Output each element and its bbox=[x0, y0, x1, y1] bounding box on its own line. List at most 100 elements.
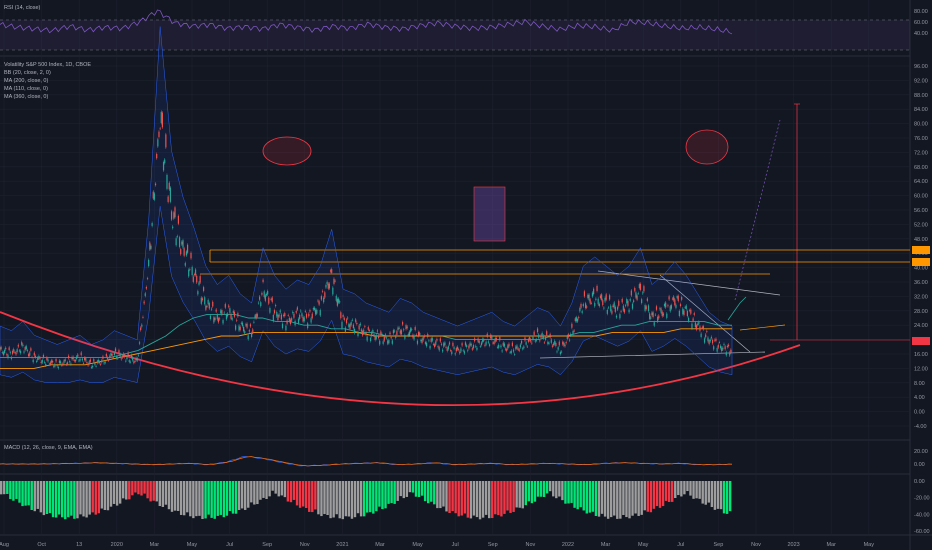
candle bbox=[5, 347, 7, 350]
candle bbox=[630, 290, 632, 296]
histogram-bar bbox=[222, 481, 226, 518]
candle bbox=[589, 299, 591, 304]
ellipse-annotation-right[interactable] bbox=[685, 129, 729, 165]
histogram-bar bbox=[247, 481, 250, 508]
candle bbox=[683, 310, 685, 316]
candle bbox=[437, 346, 439, 348]
histogram-bar bbox=[152, 481, 155, 501]
candle bbox=[445, 347, 447, 348]
candle bbox=[464, 342, 467, 346]
candle bbox=[570, 333, 572, 336]
candle bbox=[23, 351, 25, 353]
candle bbox=[435, 341, 437, 345]
histogram-bar bbox=[509, 481, 512, 513]
candle bbox=[700, 333, 702, 337]
histogram-bar bbox=[262, 481, 265, 498]
candle bbox=[114, 348, 117, 352]
candle bbox=[548, 342, 550, 344]
candle bbox=[215, 309, 217, 312]
candle bbox=[201, 298, 204, 301]
candle bbox=[49, 362, 51, 365]
candle bbox=[252, 329, 254, 333]
histogram-bar bbox=[539, 481, 543, 497]
candle bbox=[681, 297, 683, 300]
candle bbox=[391, 340, 393, 344]
ellipse-annotation-left[interactable] bbox=[262, 136, 312, 166]
candle bbox=[15, 352, 17, 355]
candle bbox=[36, 361, 38, 362]
candle bbox=[104, 361, 106, 363]
candle bbox=[168, 182, 170, 190]
candle bbox=[175, 238, 177, 246]
candle bbox=[113, 352, 115, 356]
candle bbox=[535, 339, 538, 341]
histogram-bar bbox=[338, 481, 341, 519]
candle bbox=[1, 352, 3, 353]
candle bbox=[77, 354, 79, 357]
histogram-bar bbox=[619, 481, 622, 519]
candle bbox=[22, 344, 24, 347]
histogram-bar bbox=[42, 481, 46, 516]
candle bbox=[544, 336, 547, 340]
rectangle-annotation[interactable] bbox=[473, 186, 506, 242]
histogram-bar bbox=[427, 481, 430, 504]
candle bbox=[475, 345, 477, 347]
candle bbox=[271, 297, 273, 302]
candle bbox=[659, 308, 661, 310]
candle bbox=[628, 309, 630, 313]
chart-canvas[interactable]: RSI (14, close) 80.0060.0040.00 Volatili… bbox=[0, 0, 932, 550]
histogram-bar bbox=[451, 481, 454, 512]
histogram-bar bbox=[234, 481, 238, 514]
candle bbox=[666, 313, 668, 318]
histogram-bar bbox=[384, 481, 387, 509]
histogram-bar bbox=[497, 481, 500, 516]
candle bbox=[657, 316, 659, 322]
macd-tick: 0.00 bbox=[914, 462, 925, 468]
price-tick: 16.00 bbox=[914, 352, 928, 358]
candle bbox=[79, 358, 81, 361]
histogram-bar bbox=[616, 481, 619, 519]
candle bbox=[571, 323, 573, 328]
histogram-bar bbox=[228, 481, 232, 512]
candle bbox=[555, 342, 557, 346]
price-tick: 24.00 bbox=[914, 323, 928, 329]
candle bbox=[556, 351, 558, 353]
candle bbox=[495, 338, 497, 341]
candle bbox=[432, 344, 435, 345]
histogram-bar bbox=[463, 481, 466, 514]
candle bbox=[7, 355, 9, 359]
candle bbox=[325, 285, 327, 288]
candle bbox=[460, 348, 462, 352]
candle bbox=[694, 322, 696, 328]
histogram-bar bbox=[271, 481, 274, 491]
candle bbox=[707, 337, 709, 342]
candle bbox=[42, 355, 45, 358]
candle bbox=[517, 348, 519, 350]
candle bbox=[558, 341, 560, 346]
candle bbox=[132, 357, 134, 361]
histogram-bar bbox=[240, 481, 244, 509]
candle bbox=[248, 330, 250, 332]
candle bbox=[136, 358, 138, 361]
candle bbox=[623, 309, 626, 313]
rsi-tick: 60.00 bbox=[914, 20, 928, 26]
candle bbox=[45, 363, 47, 366]
candle bbox=[650, 317, 652, 319]
candle bbox=[245, 324, 247, 326]
price-tick: 36.00 bbox=[914, 280, 928, 286]
histogram-bar bbox=[622, 481, 625, 515]
histogram-bar bbox=[253, 481, 256, 505]
candle bbox=[121, 356, 123, 358]
histogram-axis: 0.00 -20.00 -40.00 -60.00 bbox=[914, 479, 930, 535]
price-tick: 68.00 bbox=[914, 165, 928, 171]
histogram-bar bbox=[308, 481, 311, 512]
price-tick: 4.00 bbox=[914, 395, 925, 401]
time-tick: 2021 bbox=[336, 542, 348, 548]
candle bbox=[196, 275, 198, 283]
candle bbox=[231, 317, 233, 320]
candle bbox=[701, 327, 703, 328]
histogram-bar bbox=[350, 481, 354, 519]
candle bbox=[670, 305, 672, 309]
legend-item-2: MA (200, close, 0) bbox=[4, 78, 48, 84]
candle bbox=[355, 319, 357, 322]
